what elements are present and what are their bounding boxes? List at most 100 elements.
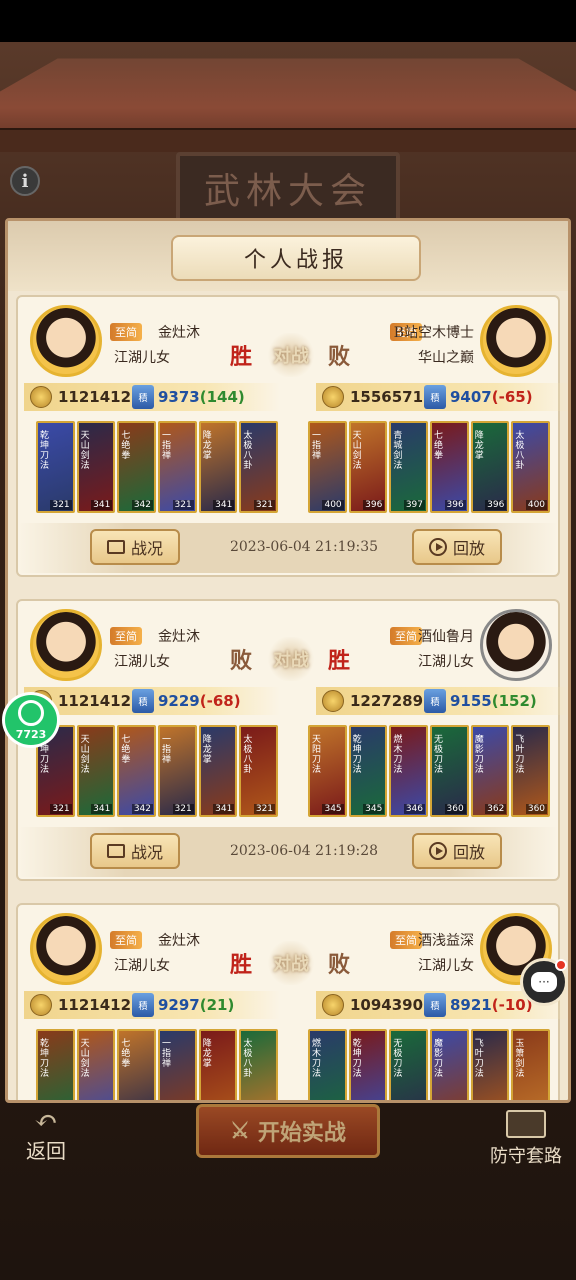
info-icon[interactable]: i [10, 166, 40, 196]
left-result: 败 [230, 648, 253, 674]
power-icon [30, 994, 52, 1016]
score-delta: (21) [199, 996, 235, 1014]
player-avatar[interactable] [30, 305, 102, 377]
rank-score: 9373 [158, 388, 200, 406]
hero-card[interactable]: 燃木刀法 [308, 1029, 347, 1100]
back-button[interactable]: ↶ 返回 [14, 1104, 78, 1164]
hero-level: 341 [91, 500, 113, 510]
vs-logo: 对战 [266, 941, 316, 985]
hero-card[interactable]: 无极刀法 [389, 1029, 429, 1100]
hero-name: 燃木刀法 [312, 1039, 322, 1079]
hero-card[interactable]: 一指禅 321 [158, 725, 197, 817]
hero-name: 燃木刀法 [393, 735, 403, 775]
hall-sign: 武林大会 [176, 152, 400, 224]
play-icon [428, 538, 447, 556]
versus-indicator: 胜对战败 [230, 941, 350, 985]
hero-card[interactable]: 天山剑法 341 [76, 725, 116, 817]
opponent-name: B站空木博士 [393, 325, 474, 341]
hero-card[interactable]: 七绝拳 342 [117, 725, 157, 817]
hero-card[interactable]: 天山剑法 396 [348, 421, 388, 513]
hero-card[interactable]: 乾坤刀法 345 [348, 725, 388, 817]
hero-level: 345 [322, 804, 344, 814]
power-icon [322, 386, 344, 408]
right-hero-lineup: 燃木刀法 乾坤刀法 无极刀法 魔影刀法 飞叶刀法 玉箫剑法 [308, 1029, 551, 1100]
notification-dot [555, 959, 567, 971]
hero-card[interactable]: 降龙掌 396 [470, 421, 510, 513]
chat-button[interactable]: ··· [520, 958, 568, 1006]
battle-timestamp: 2023-06-04 21:19:28 [229, 843, 379, 859]
hero-card[interactable]: 太极八卦 321 [239, 421, 279, 513]
hero-card[interactable]: 七绝拳 396 [430, 421, 469, 513]
battle-report-button[interactable]: 战况 [90, 833, 180, 869]
hero-card[interactable]: 天山剑法 341 [76, 421, 116, 513]
rank-icon: 積 [132, 993, 154, 1017]
score-delta: (-68) [199, 692, 241, 710]
hero-card[interactable]: 七绝拳 [117, 1029, 157, 1100]
book-icon [506, 1110, 546, 1138]
hero-name: 一指禅 [162, 735, 172, 765]
player-avatar[interactable] [30, 913, 102, 985]
hero-card[interactable]: 一指禅 321 [158, 421, 197, 513]
hero-level: 321 [50, 804, 72, 814]
opponent-name: 酒仙鲁月 [418, 629, 474, 645]
opponent-avatar[interactable] [480, 609, 552, 681]
back-label: 返回 [26, 1139, 66, 1163]
hero-card[interactable]: 飞叶刀法 360 [511, 725, 551, 817]
hero-name: 乾坤刀法 [352, 1039, 362, 1079]
hero-card[interactable]: 燃木刀法 346 [389, 725, 429, 817]
hero-card[interactable]: 天阳刀法 345 [308, 725, 347, 817]
hero-name: 七绝拳 [121, 1039, 131, 1069]
hero-card[interactable]: 降龙掌 [198, 1029, 238, 1100]
hero-name: 太极八卦 [243, 431, 253, 471]
battle-report-button[interactable]: 战况 [90, 529, 180, 565]
versus-indicator: 胜对战败 [230, 333, 350, 377]
left-hero-lineup: 乾坤刀法 天山剑法 七绝拳 一指禅 降龙掌 太极八卦 [36, 1029, 279, 1100]
hero-name: 太极八卦 [243, 1039, 253, 1079]
right-hero-lineup: 一指禅 400 天山剑法 396 青城剑法 397 七绝拳 396 降龙掌 396 太极八卦 400 [308, 421, 551, 513]
hero-name: 七绝拳 [121, 431, 131, 461]
replay-button[interactable]: 回放 [412, 529, 502, 565]
hero-card[interactable]: 无极刀法 360 [430, 725, 469, 817]
hero-card[interactable]: 魔影刀法 362 [470, 725, 510, 817]
hero-card[interactable]: 太极八卦 [239, 1029, 279, 1100]
left-result: 胜 [230, 344, 253, 370]
hero-name: 降龙掌 [202, 431, 212, 461]
hero-card[interactable]: 降龙掌 341 [198, 725, 238, 817]
hero-card[interactable]: 太极八卦 400 [511, 421, 551, 513]
hero-card[interactable]: 一指禅 400 [308, 421, 347, 513]
hero-card[interactable]: 乾坤刀法 [36, 1029, 75, 1100]
hero-card[interactable]: 降龙掌 341 [198, 421, 238, 513]
hero-card[interactable]: 乾坤刀法 [348, 1029, 388, 1100]
hero-level: 321 [253, 804, 276, 814]
replay-button[interactable]: 回放 [412, 833, 502, 869]
score-delta: (-65) [491, 388, 533, 406]
floating-assistant-button[interactable]: 7723 [2, 692, 60, 748]
hero-card[interactable]: 魔影刀法 [430, 1029, 469, 1100]
hero-name: 降龙掌 [474, 431, 484, 461]
right-result: 败 [327, 952, 350, 978]
hero-card[interactable]: 太极八卦 321 [239, 725, 279, 817]
player-avatar[interactable] [30, 609, 102, 681]
report-label: 战况 [130, 539, 163, 558]
hero-card[interactable]: 青城剑法 397 [389, 421, 429, 513]
hero-card[interactable]: 乾坤刀法 321 [36, 421, 75, 513]
roof-band [0, 128, 576, 152]
hero-card[interactable]: 玉箫剑法 [511, 1029, 551, 1100]
back-arrow-icon: ↶ [34, 1104, 58, 1137]
left-hero-lineup: 乾坤刀法321天山剑法341七绝拳342一指禅321降龙掌341太极八卦321 [36, 725, 279, 817]
opponent-avatar[interactable] [480, 305, 552, 377]
hero-level: 362 [485, 804, 507, 814]
hero-card[interactable]: 天山剑法 [76, 1029, 116, 1100]
hero-card[interactable]: 七绝拳 342 [117, 421, 157, 513]
hero-card[interactable]: 飞叶刀法 [470, 1029, 510, 1100]
hero-card[interactable]: 一指禅 [158, 1029, 197, 1100]
hero-level: 396 [485, 500, 507, 510]
hero-level: 321 [253, 500, 276, 510]
start-battle-button[interactable]: ⚔ 开始实战 [196, 1104, 380, 1158]
rank-score: 9297 [158, 996, 200, 1014]
right-hero-lineup: 天阳刀法 345 乾坤刀法 345 燃木刀法 346 无极刀法 360 魔影刀法 362 飞叶刀法 3… [308, 725, 551, 817]
player-name: 金灶沐 [158, 629, 200, 645]
floating-label: 7723 [15, 728, 47, 741]
rank-score: 9229 [158, 692, 200, 710]
defense-routine-button[interactable]: 防守套路 [478, 1102, 574, 1168]
